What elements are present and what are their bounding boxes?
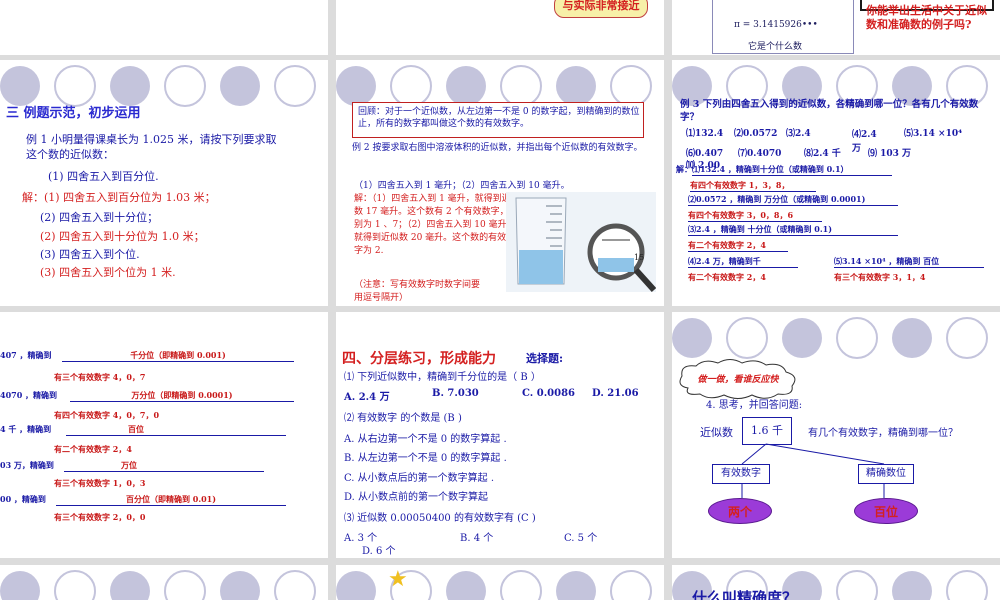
a1: 解：(1) 四舍五入到百分位为 1.03 米； xyxy=(22,191,216,204)
sol-line-3: ⑶2.4 ，精确到 十分位（或精确到 0.1) xyxy=(688,224,898,236)
answer-hundreds: 百位 xyxy=(854,498,918,524)
row-1-label: 407 ，精确到 xyxy=(0,350,52,360)
sol-line-5b: 有三个有效数字 3，1，4 xyxy=(834,272,926,282)
example-2-note: （注意：写有效数字时数字间要用逗号隔开） xyxy=(354,280,481,303)
row-2-label: 4070 ，精确到 xyxy=(0,390,58,400)
row-3-label: 4 千 ，精确到 xyxy=(0,424,52,434)
sol-line-1: ⑴132.4 ，精确到十分位（或精确到 0.1） xyxy=(692,164,892,176)
sol-line-4b: 有二个有效数字 2，4 xyxy=(688,272,766,282)
slide-example-3: 例 3 下列由四舍五入得到的近似数，各精确到哪一位？各有几个有效数字？ ⑴132… xyxy=(672,60,1000,306)
row-5-place: 百分位（即精确到 0.01) xyxy=(56,494,286,506)
q3-text: ⑶ 近似数 0.00050400 的有效数字有 (C ) xyxy=(344,513,536,524)
precision-title: 什么叫精确度？ xyxy=(692,589,798,600)
ex3-item-5: ⑸3.14 ×10⁴ xyxy=(904,129,963,139)
q3-option-d: D. 6 个 xyxy=(362,546,396,557)
slide-bottom-left xyxy=(0,565,328,600)
row-2-place: 万分位（即精确到 0.0001) xyxy=(70,390,294,402)
sol-line-4: ⑷2.4 万，精确到千 xyxy=(688,256,798,268)
slide-title: 三 例题示范，初步运用 xyxy=(6,106,141,121)
practice-subtitle: 选择题: xyxy=(526,352,564,365)
q2-option-d: D. 从小数点前的第一个数字算起 xyxy=(344,492,489,503)
q1-option-a: A. 2.4 万 xyxy=(344,392,390,403)
q2-option-a: A. 从右边第一个不是 0 的数字算起 . xyxy=(344,434,507,445)
q2-text: ⑵ 有效数字 的个数是 (B ) xyxy=(344,413,462,424)
q1-option-c: C. 0.0086 xyxy=(522,388,576,399)
answer-two: 两个 xyxy=(708,498,772,524)
slide-bottom-right: 什么叫精确度？ xyxy=(672,565,1000,600)
q2-option-b: B. 从左边第一个不是 0 的数字算起 . xyxy=(344,453,507,464)
q1: (1) 四舍五入到百分位. xyxy=(48,170,159,183)
q3-option-b: B. 4 个 xyxy=(460,533,494,544)
q2-option-c: C. 从小数点后的第一个数字算起 . xyxy=(344,473,495,484)
ex3-item-1: ⑴132.4 xyxy=(686,129,724,139)
example-2-questions: （1）四舍五入到 1 毫升；（2）四舍五入到 10 毫升。 xyxy=(354,181,570,191)
row-4-label: 03 万，精确到 xyxy=(0,460,54,470)
practice-title: 四、分层练习，形成能力 xyxy=(342,351,496,367)
box-significant-digits: 有效数字 xyxy=(712,464,770,484)
row-3-place: 百位 xyxy=(66,424,286,436)
pi-value: π = 3.1415926••• xyxy=(734,20,818,30)
slide-top-left xyxy=(0,0,328,55)
sol-line-2: ⑵0.0572 ，精确到 万分位（或精确到 0.0001) xyxy=(688,194,898,206)
box-precision-place: 精确数位 xyxy=(858,464,914,484)
sol-line-5: ⑸3.14 ×10⁴ ，精确到 百位 xyxy=(834,256,984,268)
star-icon: ★ xyxy=(388,567,408,592)
example-2-answer: 解：（1）四舍五入到 1 毫升，就得到近似数 17 毫升。这个数有 2 个有效数… xyxy=(354,194,520,256)
slide-bottom-middle: ★ xyxy=(336,565,664,600)
q1-option-d: D. 21.06 xyxy=(592,388,639,399)
decor-circles xyxy=(336,570,652,600)
q3-option-c: C. 5 个 xyxy=(564,533,598,544)
q3: (3) 四舍五入到个位. xyxy=(40,248,140,261)
q1-option-b: B. 7.030 xyxy=(432,388,479,399)
q1-text: ⑴ 下列近似数中，精确到千分位的是（ B ） xyxy=(344,372,541,383)
row-1-digits: 有三个有效数字 4，0，7 xyxy=(54,372,146,382)
row-4-place: 万位 xyxy=(64,460,264,472)
sol-line-1b: 有四个有效数字 1，3，8， xyxy=(690,180,816,192)
pi-question: 它是个什么数 xyxy=(748,42,803,52)
row-5-digits: 有三个有效数字 2，0，0 xyxy=(54,512,146,522)
row-5-label: 00 ，精确到 xyxy=(0,494,46,504)
beaker-image xyxy=(506,192,656,292)
ex3-item-3: ⑶2.4 xyxy=(786,129,811,139)
ex3-item-9: ⑼ 103 万 xyxy=(868,149,912,159)
ex3-item-7: ⑺0.4070 xyxy=(738,149,782,159)
magnifier-reading: 15 xyxy=(634,253,645,262)
slide-practice: 四、分层练习，形成能力 选择题: ⑴ 下列近似数中，精确到千分位的是（ B ） … xyxy=(336,312,664,558)
slide-example-1: 三 例题示范，初步运用 例 1 小明量得课桌长为 1.025 米，请按下列要求取… xyxy=(0,60,328,306)
slide-example-2: 回顾：对于一个近似数，从左边第一不是 0 的数字起，到精确到的数位止，所有的数字… xyxy=(336,60,664,306)
decor-circles xyxy=(0,570,316,600)
row-1-place: 千分位（即精确到 0.001) xyxy=(62,350,294,362)
a2: (2) 四舍五入到十分位为 1.0 米； xyxy=(40,230,205,243)
row-3-digits: 有二个有效数字 2，4 xyxy=(54,444,132,454)
q2: (2) 四舍五入到十分位； xyxy=(40,211,159,224)
ex3-item-2: ⑵0.0572 xyxy=(734,129,778,139)
example-2-text: 例 2 按要求取右图中溶液体积的近似数，并指出每个近似数的有效数字。 xyxy=(352,143,643,153)
row-4-digits: 有三个有效数字 1，0，3 xyxy=(54,478,146,488)
ex3-item-8: ⑻2.4 千 xyxy=(804,149,841,159)
solution-label: 解： xyxy=(676,164,692,174)
bubble-close-to-reality: 与实际非常接近 xyxy=(554,0,648,18)
row-2-digits: 有四个有效数字 4，0，7，0 xyxy=(54,410,160,420)
question-text: 你能举出生活中关于近似数和准确数的例子吗? xyxy=(866,4,987,31)
a3: (3) 四舍五入到个位为 1 米. xyxy=(40,266,176,279)
example-3-text: 例 3 下列由四舍五入得到的近似数，各精确到哪一位？各有几个有效数字？ xyxy=(680,99,979,123)
slide-quick-quiz: 做一做，看谁反应快 4. 思考，并回答问题: 近似数 1.6 千 有几个有效数字… xyxy=(672,312,1000,558)
review-text: 回顾：对于一个近似数，从左边第一不是 0 的数字起，到精确到的数位止，所有的数字… xyxy=(358,107,640,129)
slide-top-right: π = 3.1415926••• 它是个什么数 你能举出生活中关于近似数和准确数… xyxy=(672,0,1000,55)
example-1-text: 例 1 小明量得课桌长为 1.025 米，请按下列要求取这个数的近似数： xyxy=(26,133,277,161)
slide-top-middle: 与实际非常接近 xyxy=(336,0,664,55)
sol-line-3b: 有二个有效数字 2，4 xyxy=(688,240,788,252)
slide-example-3-continued: 407 ，精确到 千分位（即精确到 0.001) 有三个有效数字 4，0，7 4… xyxy=(0,312,328,558)
sol-line-2b: 有四个有效数字 3，0，8，6 xyxy=(688,210,822,222)
